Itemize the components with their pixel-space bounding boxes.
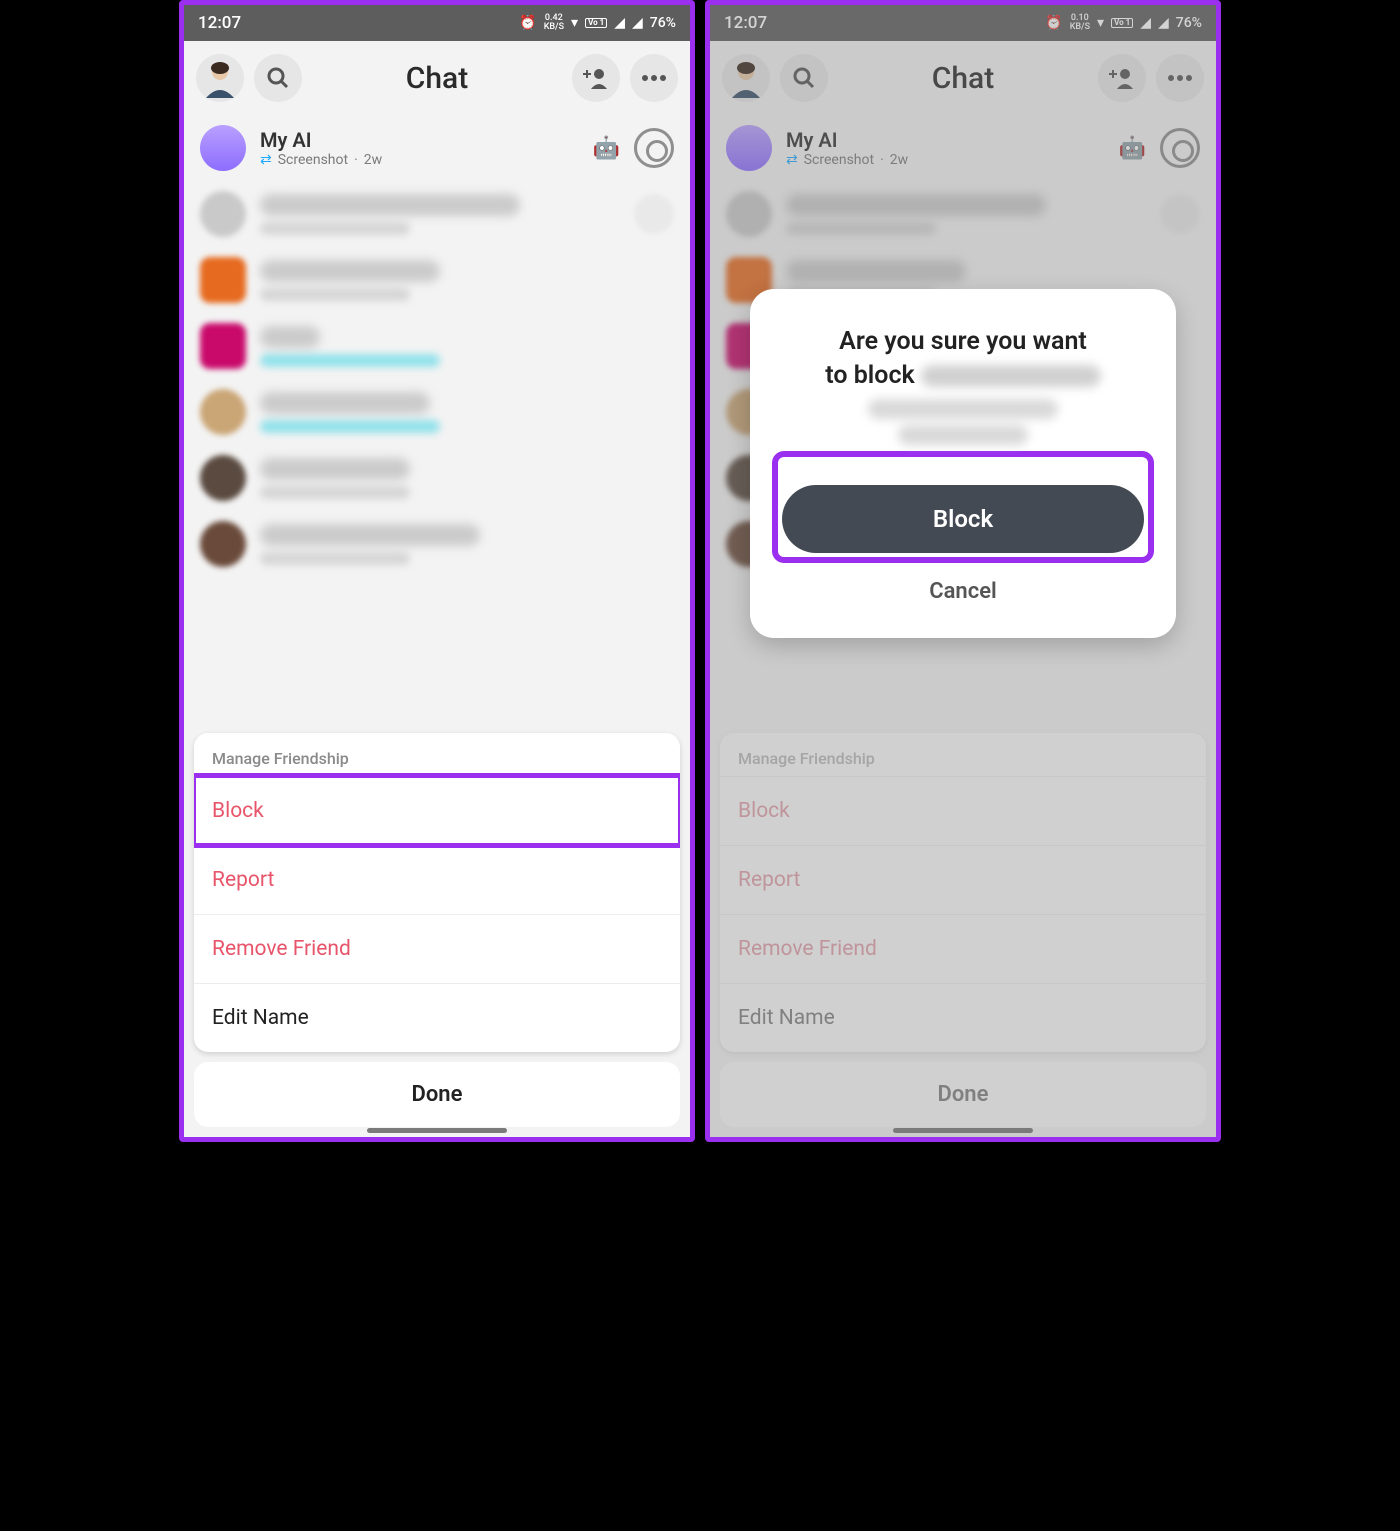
- report-option[interactable]: Report: [194, 845, 680, 914]
- highlight: Block: [778, 457, 1148, 557]
- home-indicator: [893, 1128, 1033, 1133]
- cancel-button[interactable]: Cancel: [778, 557, 1148, 610]
- block-confirm-dialog: Are you sure you want to block Block Can…: [750, 289, 1176, 638]
- block-option[interactable]: Block: [194, 776, 680, 845]
- chat-row-myai[interactable]: My AI ⇄ Screenshot · 2w 🤖: [184, 115, 690, 181]
- chat-name: My AI: [260, 128, 579, 152]
- avatar: [200, 521, 246, 567]
- page-title: Chat: [406, 61, 468, 96]
- signal1-icon: ◢: [614, 15, 625, 31]
- profile-avatar[interactable]: [196, 54, 244, 102]
- manage-friendship-sheet: Manage Friendship Block Report Remove Fr…: [194, 733, 680, 1127]
- network-speed: 0.42KB/S: [544, 14, 564, 32]
- screen-block-confirm: 12:07 ⏰ 0.10KB/S ▾ Vo 1 ◢ ◢ 76% Chat: [705, 0, 1221, 1142]
- robot-icon: 🤖: [593, 136, 620, 161]
- home-indicator: [367, 1128, 507, 1133]
- chat-row[interactable]: [184, 445, 690, 511]
- volte-icon: Vo 1: [585, 18, 607, 28]
- chat-list: My AI ⇄ Screenshot · 2w 🤖: [184, 115, 690, 577]
- confirm-block-button[interactable]: Block: [782, 485, 1144, 553]
- sheet-title: Manage Friendship: [194, 733, 680, 776]
- avatar: [200, 257, 246, 303]
- signal2-icon: ◢: [632, 15, 643, 31]
- camera-icon[interactable]: [634, 128, 674, 168]
- dialog-message: Are you sure you want to block: [778, 325, 1148, 457]
- chat-sub: ⇄ Screenshot · 2w: [260, 152, 579, 168]
- avatar: [200, 191, 246, 237]
- chat-header: Chat: [184, 41, 690, 115]
- wifi-icon: ▾: [571, 15, 578, 31]
- chat-row[interactable]: [184, 181, 690, 247]
- chat-row[interactable]: [184, 247, 690, 313]
- chat-row[interactable]: [184, 379, 690, 445]
- avatar: [200, 455, 246, 501]
- avatar: [200, 389, 246, 435]
- alarm-icon: ⏰: [519, 15, 536, 31]
- done-button[interactable]: Done: [194, 1062, 680, 1127]
- edit-name-option[interactable]: Edit Name: [194, 983, 680, 1052]
- more-button[interactable]: [630, 54, 678, 102]
- remove-friend-option[interactable]: Remove Friend: [194, 914, 680, 983]
- screen-manage-friendship: 12:07 ⏰ 0.42KB/S ▾ Vo 1 ◢ ◢ 76% Chat: [179, 0, 695, 1142]
- avatar: [200, 125, 246, 171]
- battery-percent: 76%: [650, 15, 676, 31]
- avatar: [200, 323, 246, 369]
- chat-row[interactable]: [184, 313, 690, 379]
- status-bar: 12:07 ⏰ 0.42KB/S ▾ Vo 1 ◢ ◢ 76%: [184, 5, 690, 41]
- chat-row[interactable]: [184, 511, 690, 577]
- status-time: 12:07: [198, 13, 241, 33]
- search-button[interactable]: [254, 54, 302, 102]
- add-friend-button[interactable]: [572, 54, 620, 102]
